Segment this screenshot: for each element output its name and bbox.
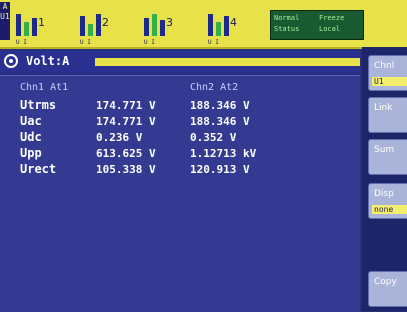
channel-3-indicator[interactable]: 3 U I [142, 12, 198, 46]
softkey-copy-label: Copy [374, 277, 397, 287]
row-label-udc: Udc [20, 130, 42, 144]
page-header: Volt:A [0, 51, 360, 73]
acquisition-status: Normal Freeze Status Local [270, 10, 364, 40]
mode-indicator-text: A U1 [0, 2, 10, 21]
channel-2-number: 2 [102, 16, 109, 29]
value-urect-ch1: 105.338 V [96, 163, 156, 176]
dial-icon[interactable] [4, 54, 18, 68]
row-label-uac: Uac [20, 114, 42, 128]
softkey-disp-label: Disp [374, 189, 394, 199]
softkey-chnl[interactable]: Chnl U1 [368, 55, 407, 91]
softkey-link-label: Link [374, 103, 393, 113]
softkey-column: Chnl U1 Link Sum Disp none Copy [362, 47, 407, 311]
column-header-ch2: Chn2 At2 [190, 82, 239, 93]
channel-4-number: 4 [230, 16, 237, 29]
page-title: Volt:A [26, 54, 70, 68]
channel-1-sub: U I [16, 39, 27, 46]
softkey-sum[interactable]: Sum [368, 139, 407, 175]
value-utrms-ch1: 174.771 V [96, 99, 156, 112]
softkey-sum-label: Sum [374, 145, 395, 155]
softkey-disp[interactable]: Disp none [368, 183, 407, 219]
channel-1-number: 1 [38, 16, 45, 29]
channel-4-indicator[interactable]: 4 U I [206, 12, 262, 46]
status-freeze: Freeze [319, 14, 345, 22]
status-local: Local [319, 25, 341, 33]
status-status: Status [274, 25, 300, 33]
measurement-table: Chn1 At1 Chn2 At2 Utrms 174.771 V 188.34… [0, 75, 360, 312]
channel-2-sub: U I [80, 39, 91, 46]
value-upp-ch2: 1.12713 kV [190, 147, 257, 160]
softkey-link[interactable]: Link [368, 97, 407, 133]
value-urect-ch2: 120.913 V [190, 163, 250, 176]
status-bar: A U1 1 U I 2 U I 3 U I 4 U I Normal Free… [0, 0, 407, 49]
value-utrms-ch2: 188.346 V [190, 99, 250, 112]
value-uac-ch1: 174.771 V [96, 115, 156, 128]
value-udc-ch1: 0.236 V [96, 131, 143, 144]
channel-4-sub: U I [208, 39, 219, 46]
softkey-chnl-label: Chnl [374, 61, 395, 71]
value-udc-ch2: 0.352 V [190, 131, 237, 144]
channel-1-indicator[interactable]: 1 U I [14, 12, 70, 46]
column-header-ch1: Chn1 At1 [20, 82, 69, 93]
channel-3-sub: U I [144, 39, 155, 46]
value-upp-ch1: 613.625 V [96, 147, 156, 160]
title-divider [95, 58, 360, 66]
row-label-upp: Upp [20, 146, 42, 160]
softkey-disp-value: none [372, 205, 407, 214]
status-normal: Normal [274, 14, 300, 22]
value-uac-ch2: 188.346 V [190, 115, 250, 128]
softkey-copy[interactable]: Copy [368, 271, 407, 307]
row-label-utrms: Utrms [20, 98, 57, 112]
row-label-urect: Urect [20, 162, 57, 176]
channel-2-indicator[interactable]: 2 U I [78, 12, 134, 46]
channel-3-number: 3 [166, 16, 173, 29]
softkey-chnl-value: U1 [372, 77, 407, 86]
mode-indicator: A U1 [0, 2, 10, 40]
